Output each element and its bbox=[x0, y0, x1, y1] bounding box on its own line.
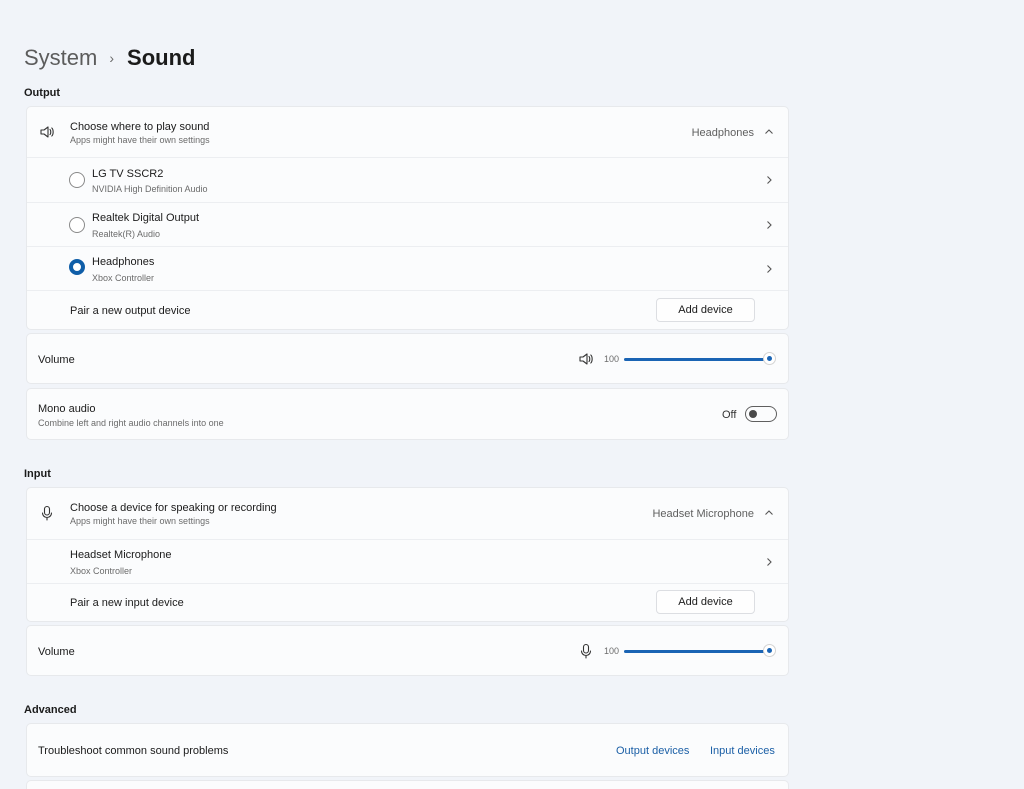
troubleshoot-label: Troubleshoot common sound problems bbox=[38, 745, 229, 757]
selected-input-value: Headset Microphone bbox=[652, 508, 754, 520]
output-volume-slider-track[interactable] bbox=[624, 358, 769, 361]
output-device-row-realtek[interactable]: Realtek Digital Output Realtek(R) Audio bbox=[27, 203, 788, 247]
input-volume-slider-thumb[interactable] bbox=[763, 644, 776, 657]
device-driver: Realtek(R) Audio bbox=[92, 229, 161, 239]
device-driver: NVIDIA High Definition Audio bbox=[92, 184, 208, 194]
microphone-icon bbox=[39, 505, 55, 521]
chevron-up-icon[interactable] bbox=[764, 127, 774, 137]
choose-input-title: Choose a device for speaking or recordin… bbox=[70, 502, 277, 514]
troubleshoot-input-devices-link[interactable]: Input devices bbox=[710, 745, 775, 757]
pair-input-row: Pair a new input device Add device bbox=[27, 584, 788, 622]
output-volume-slider-thumb[interactable] bbox=[763, 352, 776, 365]
mono-audio-title: Mono audio bbox=[38, 403, 96, 415]
speaker-icon bbox=[39, 124, 55, 140]
input-volume-value: 100 bbox=[604, 646, 620, 656]
microphone-icon[interactable] bbox=[578, 643, 594, 659]
mono-audio-card: Mono audio Combine left and right audio … bbox=[26, 388, 789, 440]
chevron-right-icon[interactable] bbox=[764, 264, 774, 274]
next-card-partial bbox=[26, 780, 789, 789]
choose-input-row[interactable]: Choose a device for speaking or recordin… bbox=[27, 488, 788, 540]
breadcrumb: System › Sound bbox=[24, 42, 195, 74]
device-driver: Xbox Controller bbox=[70, 566, 133, 576]
page-title: Sound bbox=[127, 45, 196, 70]
device-name: Headphones bbox=[92, 256, 155, 268]
device-name: Realtek Digital Output bbox=[92, 212, 199, 224]
mono-audio-state: Off bbox=[722, 409, 737, 421]
selected-output-value: Headphones bbox=[691, 127, 754, 139]
device-name: LG TV SSCR2 bbox=[92, 168, 164, 180]
mono-audio-subtitle: Combine left and right audio channels in… bbox=[38, 418, 224, 428]
output-device-card: Choose where to play sound Apps might ha… bbox=[26, 106, 789, 330]
advanced-section-header: Advanced bbox=[24, 704, 77, 716]
device-name: Headset Microphone bbox=[70, 549, 172, 561]
pair-output-row: Pair a new output device Add device bbox=[27, 291, 788, 329]
choose-output-row[interactable]: Choose where to play sound Apps might ha… bbox=[27, 107, 788, 158]
choose-input-subtitle: Apps might have their own settings bbox=[70, 516, 210, 526]
radio-lg-tv[interactable] bbox=[69, 172, 85, 188]
sound-settings-page: System › Sound Output Choose where to pl… bbox=[0, 0, 1024, 789]
input-device-row-headset[interactable]: Headset Microphone Xbox Controller bbox=[27, 540, 788, 584]
toggle-knob bbox=[749, 410, 757, 418]
add-output-device-button[interactable]: Add device bbox=[656, 298, 755, 322]
choose-output-title: Choose where to play sound bbox=[70, 121, 210, 133]
output-section-header: Output bbox=[24, 87, 61, 99]
output-volume-card: Volume 100 bbox=[26, 333, 789, 384]
chevron-right-icon[interactable] bbox=[764, 220, 774, 230]
breadcrumb-system-link[interactable]: System bbox=[24, 45, 97, 71]
speaker-icon[interactable] bbox=[578, 351, 594, 367]
choose-output-subtitle: Apps might have their own settings bbox=[70, 135, 210, 145]
pair-output-label: Pair a new output device bbox=[70, 305, 191, 317]
breadcrumb-separator: › bbox=[109, 50, 115, 66]
output-volume-value: 100 bbox=[604, 354, 620, 364]
chevron-right-icon[interactable] bbox=[764, 175, 774, 185]
output-volume-label: Volume bbox=[38, 354, 75, 366]
radio-realtek[interactable] bbox=[69, 217, 85, 233]
troubleshoot-card: Troubleshoot common sound problems Outpu… bbox=[26, 723, 789, 777]
chevron-up-icon[interactable] bbox=[764, 508, 774, 518]
chevron-right-icon[interactable] bbox=[764, 557, 774, 567]
pair-input-label: Pair a new input device bbox=[70, 597, 184, 609]
input-volume-label: Volume bbox=[38, 646, 75, 658]
troubleshoot-output-devices-link[interactable]: Output devices bbox=[616, 745, 689, 757]
input-device-card: Choose a device for speaking or recordin… bbox=[26, 487, 789, 622]
input-section-header: Input bbox=[24, 468, 51, 480]
input-volume-card: Volume 100 bbox=[26, 625, 789, 676]
mono-audio-toggle[interactable] bbox=[745, 406, 777, 422]
input-volume-slider-track[interactable] bbox=[624, 650, 769, 653]
output-device-row-lg-tv[interactable]: LG TV SSCR2 NVIDIA High Definition Audio bbox=[27, 158, 788, 203]
output-device-row-headphones[interactable]: Headphones Xbox Controller bbox=[27, 247, 788, 291]
device-driver: Xbox Controller bbox=[92, 273, 155, 283]
add-input-device-button[interactable]: Add device bbox=[656, 590, 755, 614]
radio-headphones[interactable] bbox=[69, 259, 85, 275]
